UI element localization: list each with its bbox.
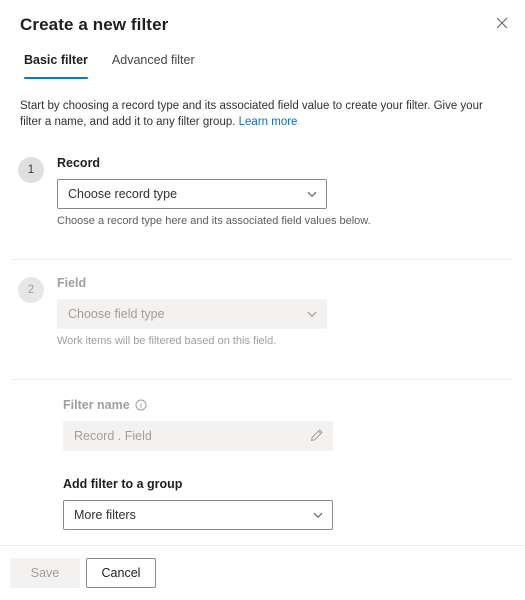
filter-name-input[interactable]: Record . Field (63, 421, 333, 451)
chevron-down-icon (306, 188, 318, 200)
filter-name-value: Record . Field (74, 429, 152, 443)
step-field-content: Field Choose field type Work items will … (57, 276, 513, 347)
record-type-note: Choose a record type here and its associ… (57, 215, 371, 227)
close-button[interactable] (487, 8, 517, 38)
close-icon (496, 17, 508, 29)
filter-group-label: Add filter to a group (63, 477, 183, 491)
save-button: Save (10, 558, 80, 588)
filter-group-label-row: Add filter to a group (63, 477, 513, 491)
step-1-badge: 1 (18, 157, 44, 183)
step-record: 1 Record Choose record type Choose a rec… (12, 156, 513, 241)
chevron-down-icon (312, 509, 324, 521)
info-circle-icon[interactable] (135, 399, 147, 411)
tab-basic-filter-label: Basic filter (24, 53, 88, 67)
field-type-dropdown: Choose field type (57, 299, 327, 329)
pencil-icon (310, 428, 324, 445)
filter-group-dropdown[interactable]: More filters (63, 500, 333, 530)
learn-more-link[interactable]: Learn more (239, 116, 298, 128)
edit-filter-name-button[interactable] (310, 428, 324, 445)
step-field-label: Field (57, 276, 87, 290)
panel-footer: Save Cancel (0, 545, 525, 600)
tab-basic-filter[interactable]: Basic filter (12, 44, 100, 79)
tab-advanced-filter-label: Advanced filter (111, 53, 195, 67)
step-record-label: Record (57, 156, 101, 170)
divider-after-field (12, 379, 513, 380)
tab-advanced-filter[interactable]: Advanced filter (100, 44, 207, 76)
page-title: Create a new filter (20, 15, 169, 34)
field-type-dropdown-value: Choose field type (68, 307, 165, 321)
filter-group-block: Add filter to a group More filters (12, 477, 513, 530)
filter-name-label: Filter name (63, 398, 130, 412)
panel-header: Create a new filter (0, 0, 525, 34)
record-type-dropdown[interactable]: Choose record type (57, 179, 327, 209)
record-type-dropdown-value: Choose record type (68, 187, 178, 201)
filter-mode-tabs: Basic filter Advanced filter (0, 44, 525, 79)
filter-name-label-row: Filter name (63, 398, 513, 412)
cancel-button[interactable]: Cancel (86, 558, 156, 588)
panel-body: Start by choosing a record type and its … (0, 98, 525, 530)
filter-group-dropdown-value: More filters (74, 508, 136, 522)
filter-name-block: Filter name Record . Field (12, 398, 513, 451)
field-type-note: Work items will be filtered based on thi… (57, 335, 277, 347)
step-2-badge: 2 (18, 277, 44, 303)
step-field: 2 Field Choose field type Work items wil… (12, 260, 513, 361)
chevron-down-icon (306, 308, 318, 320)
intro-text: Start by choosing a record type and its … (20, 98, 490, 130)
step-record-content: Record Choose record type Choose a recor… (57, 156, 513, 227)
